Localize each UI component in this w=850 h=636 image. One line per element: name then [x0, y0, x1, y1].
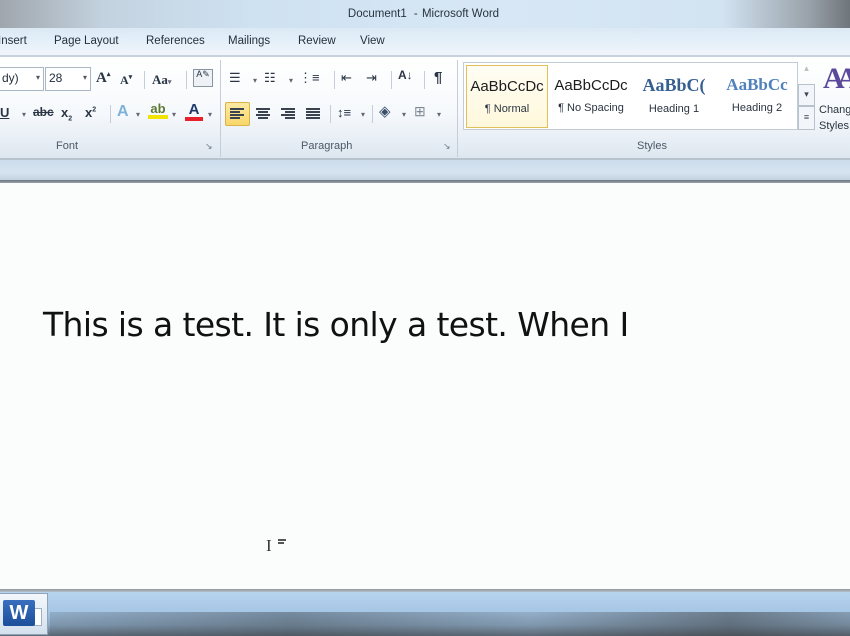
style-preview: AaBbC(	[642, 75, 706, 95]
scroll-down-icon[interactable]: ▾	[798, 84, 815, 106]
style-name: Heading 2	[731, 102, 783, 114]
separator	[334, 71, 335, 89]
chevron-down-icon[interactable]: ▾	[136, 110, 140, 119]
show-formatting-icon[interactable]: ¶	[434, 70, 442, 85]
sort-icon[interactable]: A↓	[398, 69, 413, 81]
change-styles-label-line2: Styles	[819, 120, 849, 132]
style-heading-1[interactable]: AaBbC( Heading 1	[633, 65, 715, 128]
borders-icon[interactable]: ⊞	[414, 104, 426, 118]
align-left-icon[interactable]	[230, 108, 244, 119]
word-app-icon: W	[3, 600, 35, 626]
font-group-label: Font	[56, 140, 79, 152]
change-case-icon[interactable]: Aa▾	[152, 73, 171, 86]
font-name-value: dy)	[2, 71, 19, 85]
style-preview: AaBbCcDc	[554, 77, 628, 94]
style-name: ¶ No Spacing	[558, 102, 624, 114]
grow-font-icon[interactable]: A▴	[96, 71, 110, 86]
line-spacing-icon[interactable]: ↕≡	[337, 106, 351, 119]
separator	[424, 71, 425, 89]
bullets-icon[interactable]: ☰	[229, 71, 241, 84]
clear-formatting-icon[interactable]: A✎	[193, 69, 213, 87]
scroll-up-icon[interactable]: ▴	[798, 62, 815, 84]
group-separator	[457, 60, 458, 157]
chevron-down-icon[interactable]: ▾	[22, 110, 26, 119]
style-preview: AaBbCcDc	[470, 78, 544, 95]
click-and-type-icon	[278, 539, 286, 545]
tab-page-layout[interactable]: Page Layout	[54, 35, 119, 47]
styles-group-label: Styles	[637, 140, 667, 152]
title-separator: -	[413, 8, 418, 20]
styles-gallery: AaBbCcDc ¶ Normal AaBbCcDc ¶ No Spacing …	[463, 62, 798, 130]
document-page[interactable]	[0, 183, 850, 589]
subscript-icon[interactable]: x2	[61, 106, 72, 122]
tab-view[interactable]: View	[360, 35, 385, 47]
style-no-spacing[interactable]: AaBbCcDc ¶ No Spacing	[550, 65, 632, 128]
styles-gallery-scrollbar[interactable]: ▴ ▾ ≡	[798, 62, 815, 130]
taskbar-word-button[interactable]: W	[0, 593, 48, 635]
title-bar: Document1 - Microsoft Word	[0, 0, 850, 30]
ribbon-tabs: Insert Page Layout References Mailings R…	[0, 28, 850, 56]
font-size-combo[interactable]: 28 ▾	[45, 67, 91, 91]
separator	[144, 71, 145, 89]
center-icon[interactable]	[256, 108, 270, 119]
ibeam-cursor-icon: I	[266, 536, 272, 555]
multilevel-list-icon[interactable]: ⋮≡	[299, 71, 320, 84]
font-color-icon[interactable]: A	[185, 102, 203, 121]
text-effects-icon[interactable]: A	[117, 104, 129, 120]
tab-references[interactable]: References	[146, 35, 205, 47]
tab-review[interactable]: Review	[298, 35, 336, 47]
decrease-indent-icon[interactable]: ⇤	[341, 71, 352, 84]
chevron-down-icon[interactable]: ▾	[83, 73, 87, 82]
chevron-down-icon[interactable]: ▾	[289, 76, 293, 85]
window-title: Document1 - Microsoft Word	[0, 8, 850, 20]
separator	[186, 71, 187, 89]
shrink-font-icon[interactable]: A▾	[120, 74, 132, 87]
more-styles-icon[interactable]: ≡	[798, 106, 815, 130]
chevron-down-icon[interactable]: ▾	[172, 110, 176, 119]
document-text[interactable]: This is a test. It is only a test. When …	[43, 305, 629, 344]
tab-mailings[interactable]: Mailings	[228, 35, 270, 47]
style-preview: AaBbCc	[726, 75, 788, 94]
chevron-down-icon[interactable]: ▾	[253, 76, 257, 85]
chevron-down-icon[interactable]: ▾	[437, 110, 441, 119]
change-styles-icon: AA	[823, 62, 850, 95]
chevron-down-icon[interactable]: ▾	[402, 110, 406, 119]
tab-insert[interactable]: Insert	[0, 35, 27, 47]
font-name-combo[interactable]: dy) ▾	[0, 67, 44, 91]
style-name: ¶ Normal	[484, 103, 530, 115]
font-size-value: 28	[49, 71, 63, 85]
underline-icon[interactable]: U	[0, 106, 9, 119]
paragraph-group-label: Paragraph	[301, 140, 353, 152]
separator	[110, 105, 111, 123]
separator	[372, 105, 373, 123]
style-name: Heading 1	[648, 103, 700, 115]
ruler-area	[0, 160, 850, 180]
separator	[391, 71, 392, 89]
document-name: Document1	[347, 8, 407, 20]
separator	[330, 105, 331, 123]
chevron-down-icon[interactable]: ▾	[361, 110, 365, 119]
superscript-icon[interactable]: x2	[85, 106, 96, 119]
strikethrough-icon[interactable]: abc	[33, 106, 54, 118]
font-dialog-launcher-icon[interactable]: ↘	[205, 141, 215, 151]
style-heading-2[interactable]: AaBbCc Heading 2	[716, 65, 798, 128]
change-styles-button[interactable]: AA Chang Styles	[817, 60, 850, 138]
align-right-icon[interactable]	[281, 108, 295, 119]
chevron-down-icon[interactable]: ▾	[208, 110, 212, 119]
change-styles-label-line1: Chang	[819, 104, 850, 116]
group-separator	[220, 60, 221, 157]
app-name: Microsoft Word	[421, 8, 500, 20]
paragraph-dialog-launcher-icon[interactable]: ↘	[443, 141, 453, 151]
change-styles-label: Chang Styles	[819, 102, 850, 134]
shading-icon[interactable]: ◈	[379, 104, 391, 119]
taskbar-background	[50, 612, 850, 636]
increase-indent-icon[interactable]: ⇥	[366, 71, 377, 84]
chevron-down-icon[interactable]: ▾	[36, 73, 40, 82]
highlight-icon[interactable]: ab	[148, 102, 168, 119]
numbering-icon[interactable]: ☷	[264, 71, 276, 84]
style-normal[interactable]: AaBbCcDc ¶ Normal	[466, 65, 548, 128]
justify-icon[interactable]	[306, 108, 320, 119]
